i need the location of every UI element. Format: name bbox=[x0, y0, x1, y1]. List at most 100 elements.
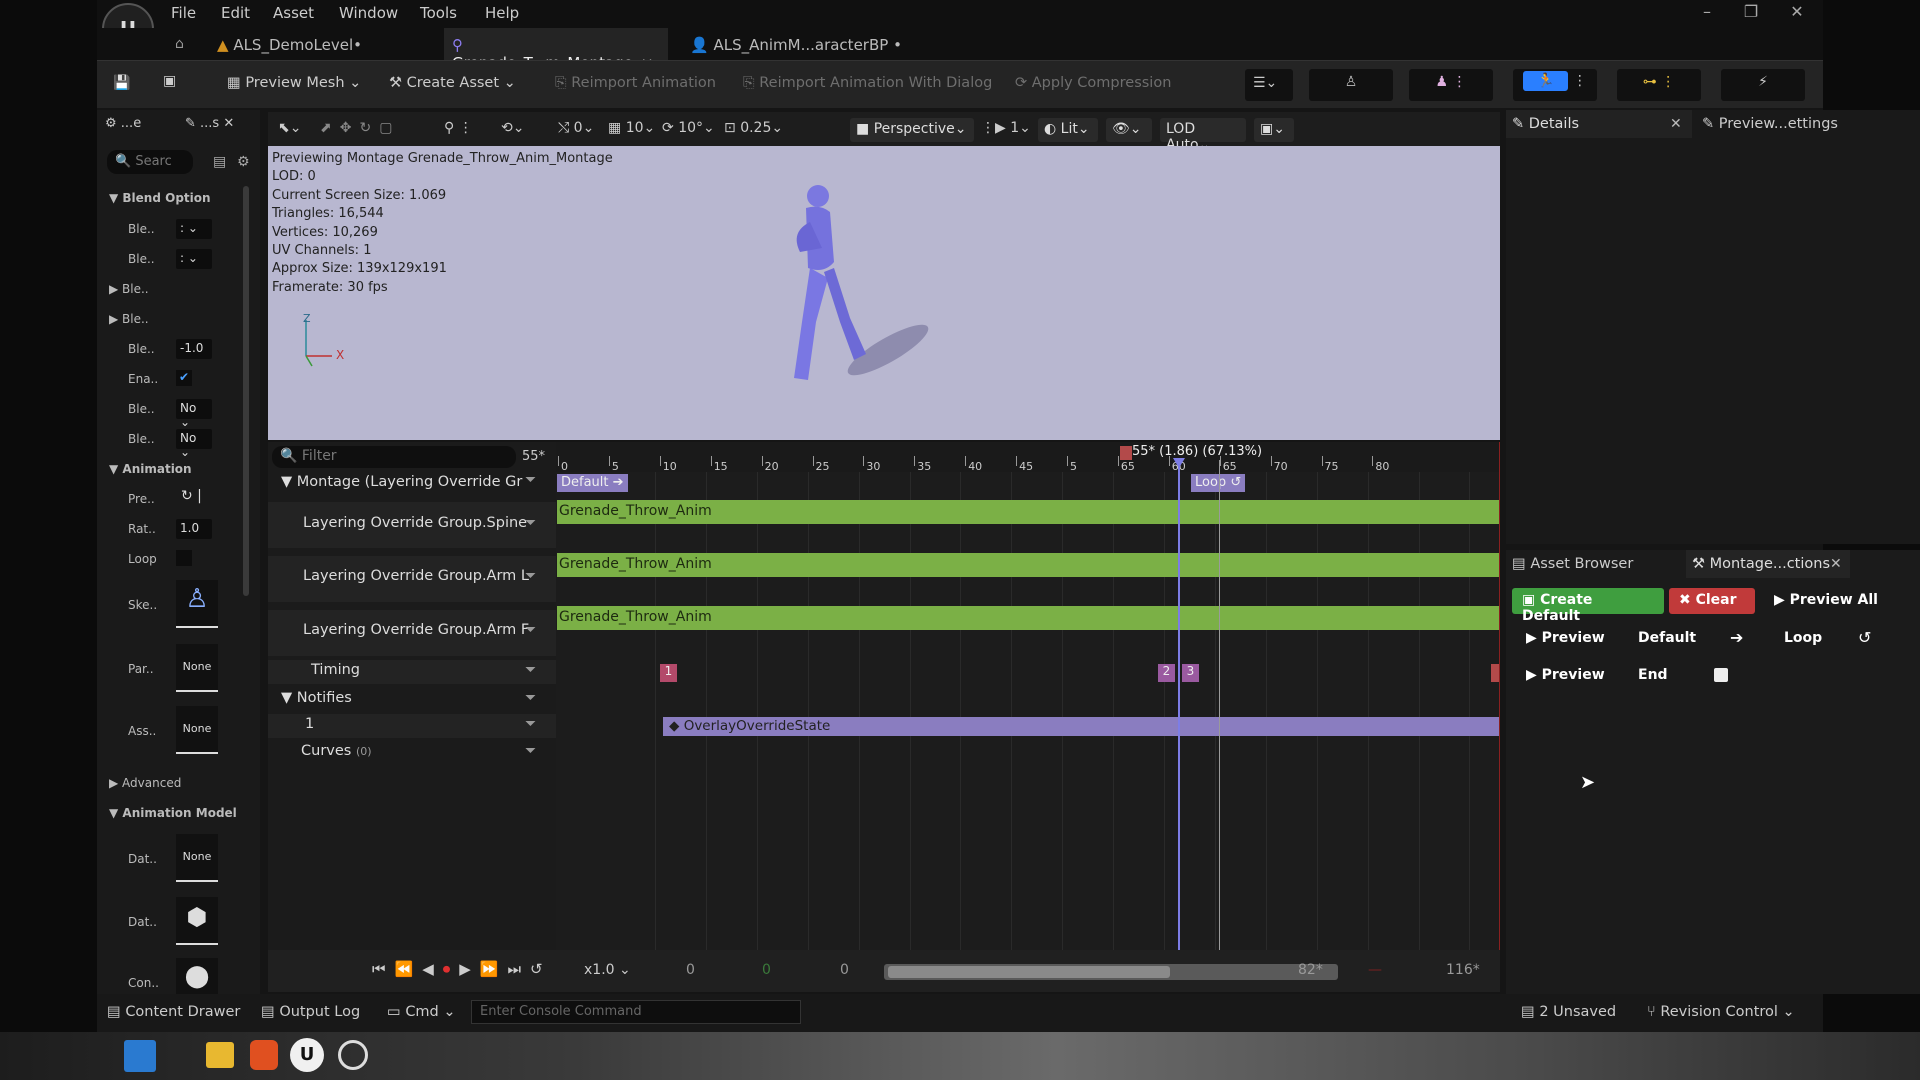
section-loop-chip[interactable]: Loop bbox=[1784, 630, 1822, 646]
animation-section[interactable]: ▼ Animation bbox=[109, 462, 192, 476]
menu-help[interactable]: Help bbox=[485, 4, 519, 22]
spine-track-label[interactable]: Layering Override Group.Spine bbox=[303, 515, 527, 531]
home-icon[interactable]: ⌂ bbox=[175, 36, 184, 52]
overlay-override-notify-state[interactable]: ◆ OverlayOverrideState bbox=[663, 717, 1499, 736]
list-view-icon[interactable]: ▤ bbox=[213, 154, 226, 170]
blend-option-section[interactable]: ▼ Blend Option bbox=[109, 191, 211, 205]
lod-dropdown[interactable]: LOD Auto⌄ bbox=[1160, 118, 1246, 153]
surface-snap-icon[interactable]: ⚲ ⋮ bbox=[444, 120, 473, 136]
data-thumbnail-1[interactable]: None bbox=[176, 834, 218, 882]
menu-edit[interactable]: Edit bbox=[221, 4, 250, 22]
create-default-button[interactable]: ▣ Create Default bbox=[1512, 588, 1664, 624]
rotation-snap-button[interactable]: ⟳ 10°⌄ bbox=[662, 120, 715, 136]
loop-toggle-icon[interactable]: ↺ bbox=[530, 960, 552, 978]
montage-track[interactable]: ▼ Montage (Layering Override Gr bbox=[281, 474, 522, 490]
arm-l-track-label[interactable]: Layering Override Group.Arm L bbox=[303, 568, 529, 584]
asset-thumbnail[interactable]: None bbox=[176, 706, 218, 754]
select-mode-icon[interactable]: ⬉⌄ bbox=[278, 120, 301, 136]
filter-input[interactable]: 🔍 Filter bbox=[272, 446, 516, 468]
close-sections-icon[interactable]: ✕ bbox=[1830, 556, 1842, 572]
tab-anim-bp[interactable]: 👤 ALS_AnimM...aracterBP • bbox=[682, 28, 912, 60]
minimize-icon[interactable]: – bbox=[1687, 2, 1727, 24]
create-asset-button[interactable]: ⚒ Create Asset ⌄ bbox=[389, 75, 516, 91]
preview-viewport[interactable]: Previewing Montage Grenade_Throw_Anim_Mo… bbox=[268, 146, 1500, 440]
con-thumbnail[interactable]: ⬤ bbox=[176, 958, 218, 994]
range-end-value[interactable]: 116* bbox=[1446, 962, 1480, 978]
apply-compression-button[interactable]: ⟳ Apply Compression bbox=[1015, 75, 1171, 91]
timing-track-label[interactable]: Timing bbox=[311, 662, 360, 678]
enable-checkbox[interactable]: ✔ bbox=[176, 370, 192, 386]
reimport-dialog-button[interactable]: ⎘ Reimport Animation With Dialog bbox=[743, 75, 992, 91]
timing-marker-2[interactable]: 2 bbox=[1158, 664, 1175, 682]
montage-sections-tab[interactable]: ⚒ Montage...ctions bbox=[1692, 556, 1830, 572]
step-back-icon[interactable]: ⏪ bbox=[395, 960, 423, 978]
timeline-scroll-track[interactable] bbox=[884, 964, 1338, 980]
time-ruler[interactable]: 0510152025303540455656065707580 bbox=[556, 442, 1500, 473]
menu-asset[interactable]: Asset bbox=[273, 4, 314, 22]
timing-marker-1[interactable]: 1 bbox=[660, 664, 677, 682]
skip-start-icon[interactable]: ⏮ bbox=[372, 960, 395, 978]
blend-row-4[interactable]: ▶ Ble.. bbox=[109, 312, 149, 326]
windows-start-icon[interactable] bbox=[124, 1040, 156, 1072]
mesh-mode-icon[interactable]: ♟ ⋮ bbox=[1409, 69, 1493, 101]
console-input[interactable]: Enter Console Command bbox=[471, 1000, 801, 1024]
play-reverse-icon[interactable]: ◀ bbox=[422, 960, 443, 978]
loop-checkbox[interactable] bbox=[176, 550, 192, 566]
animation-model-section[interactable]: ▼ Animation Model bbox=[109, 806, 237, 820]
asset-browser-tab[interactable]: ▤ Asset Browser bbox=[1512, 556, 1633, 572]
perspective-dropdown[interactable]: ■ Perspective⌄ bbox=[850, 118, 974, 142]
loop-back-icon[interactable]: ↺ bbox=[1858, 628, 1871, 647]
section-end-chip[interactable]: End bbox=[1638, 667, 1668, 683]
content-drawer-button[interactable]: ▤ Content Drawer bbox=[107, 1004, 240, 1020]
arm-r-track-label[interactable]: Layering Override Group.Arm F bbox=[303, 622, 529, 638]
notify-track-options-icon[interactable]: ⏷ bbox=[525, 716, 536, 732]
skeleton-thumbnail[interactable]: ♙ bbox=[176, 580, 218, 628]
timeline-scroll-thumb[interactable] bbox=[888, 966, 1170, 978]
curves-track[interactable]: Curves (0) bbox=[301, 743, 372, 759]
show-flags-eye-icon[interactable]: 👁⌄ bbox=[1106, 118, 1152, 142]
skip-end-icon[interactable]: ⏭ bbox=[508, 960, 531, 978]
tab-grenade-montage[interactable]: ⚲ Grenade_T...m_Montage× bbox=[444, 28, 668, 72]
close-window-icon[interactable]: ✕ bbox=[1777, 2, 1817, 24]
curves-options-icon[interactable]: ⏷ bbox=[525, 743, 536, 759]
obs-icon[interactable] bbox=[338, 1040, 368, 1070]
timing-marker-end[interactable] bbox=[1491, 664, 1499, 682]
settings-gear-icon[interactable]: ⚙ bbox=[237, 154, 250, 170]
menu-tools[interactable]: Tools bbox=[420, 4, 457, 22]
browse-icon[interactable]: ▣ bbox=[163, 73, 176, 89]
section-default[interactable]: Default ➔ bbox=[557, 474, 628, 492]
physics-mode-icon[interactable]: ⚡ bbox=[1721, 69, 1805, 101]
menu-file[interactable]: File bbox=[171, 4, 196, 22]
save-icon[interactable]: 💾 bbox=[113, 75, 130, 91]
parent-thumbnail[interactable]: None bbox=[176, 644, 218, 692]
revision-control-button[interactable]: ⑂ Revision Control ⌄ bbox=[1647, 1004, 1795, 1020]
blueprint-mode-icon[interactable]: ⊶ ⋮ bbox=[1617, 69, 1701, 101]
unreal-taskbar-icon[interactable]: U bbox=[290, 1038, 324, 1072]
view-end-value[interactable]: 82* bbox=[1298, 962, 1323, 978]
skeleton-mode-icon[interactable]: ♙ bbox=[1309, 69, 1393, 101]
stop-icon[interactable] bbox=[1714, 668, 1728, 682]
scale-snap-button[interactable]: ⊡ 0.25⌄ bbox=[724, 120, 783, 136]
play-start-value[interactable]: 0 bbox=[762, 962, 771, 978]
advanced-section[interactable]: ▶ Advanced bbox=[109, 776, 181, 790]
lit-dropdown[interactable]: ◐ Lit⌄ bbox=[1038, 118, 1098, 142]
output-log-button[interactable]: ▤ Output Log bbox=[261, 1004, 360, 1020]
preview-end-button[interactable]: ▶ Preview bbox=[1526, 667, 1605, 683]
data-thumbnail-2[interactable]: ⬢ bbox=[176, 897, 218, 945]
no-dropdown-1[interactable]: No ⌄ bbox=[176, 399, 212, 429]
details-tab[interactable]: ✎ Details bbox=[1512, 116, 1579, 132]
camera-speed-button[interactable]: ⋮▶ 1⌄ bbox=[981, 120, 1031, 136]
screen-settings-icon[interactable]: ▣⌄ bbox=[1254, 118, 1294, 142]
blend-dropdown-1[interactable]: : ⌄ bbox=[176, 219, 212, 239]
close-details-icon[interactable]: ✕ bbox=[1670, 116, 1682, 132]
step-forward-icon[interactable]: ⏩ bbox=[480, 960, 508, 978]
playhead-handle[interactable] bbox=[1173, 458, 1185, 468]
notify-track-1-label[interactable]: 1 bbox=[305, 716, 314, 732]
clear-button[interactable]: ✖ Clear bbox=[1669, 588, 1755, 614]
cmd-dropdown[interactable]: ▭ Cmd ⌄ bbox=[387, 1004, 456, 1020]
reimport-animation-button[interactable]: ⎘ Reimport Animation bbox=[555, 75, 716, 91]
playhead-line[interactable] bbox=[1178, 460, 1180, 950]
notifies-track[interactable]: ▼ Notifies bbox=[281, 690, 352, 706]
panel-scrollbar[interactable] bbox=[243, 186, 249, 596]
rate-field[interactable]: 1.0 bbox=[176, 519, 212, 539]
